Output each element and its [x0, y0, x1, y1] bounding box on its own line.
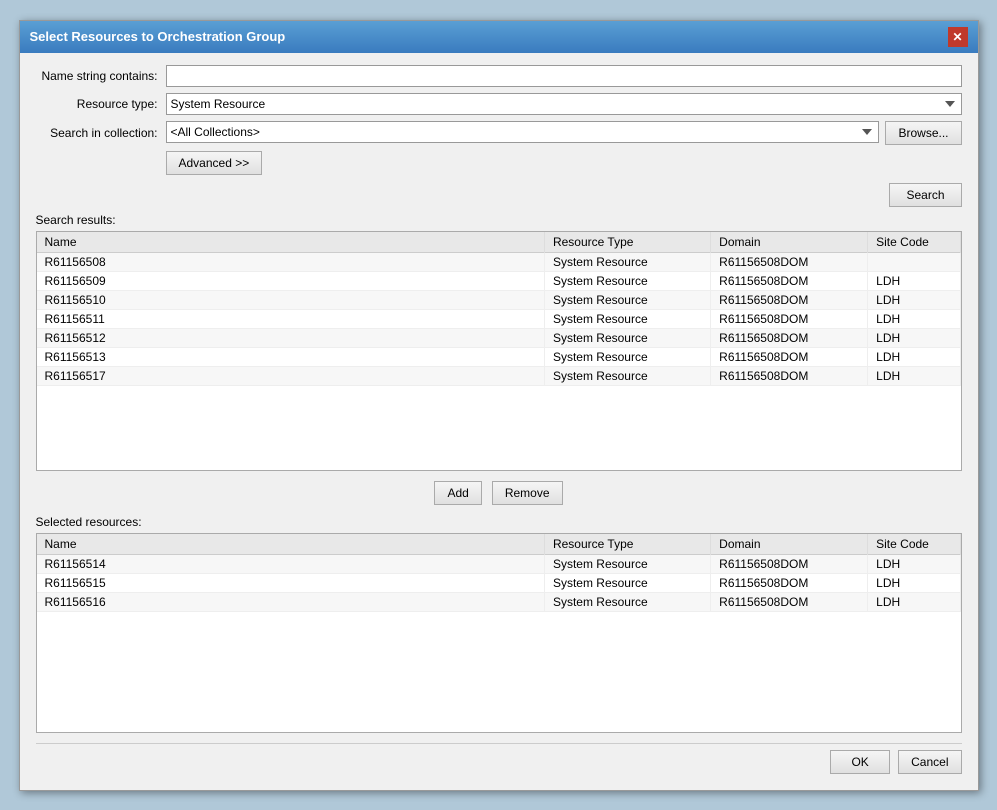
- cell-type: System Resource: [544, 271, 710, 290]
- col-header-name: Name: [37, 232, 545, 253]
- cell-name: R61156515: [37, 573, 545, 592]
- selected-resources-header: Name Resource Type Domain Site Code: [37, 534, 961, 555]
- cell-name: R61156512: [37, 328, 545, 347]
- ok-button[interactable]: OK: [830, 750, 890, 774]
- table-row[interactable]: R61156512 System Resource R61156508DOM L…: [37, 328, 961, 347]
- close-button[interactable]: ✕: [948, 27, 968, 47]
- cell-domain: R61156508DOM: [711, 347, 868, 366]
- name-row: Name string contains:: [36, 65, 962, 87]
- cell-domain: R61156508DOM: [711, 366, 868, 385]
- search-row: Search: [36, 183, 962, 207]
- table-row[interactable]: R61156514 System Resource R61156508DOM L…: [37, 554, 961, 573]
- browse-button[interactable]: Browse...: [885, 121, 961, 145]
- add-remove-row: Add Remove: [36, 481, 962, 505]
- collection-row: Search in collection: <All Collections> …: [36, 121, 962, 145]
- selected-resources-label: Selected resources:: [36, 515, 962, 529]
- cell-domain: R61156508DOM: [711, 328, 868, 347]
- collection-select[interactable]: <All Collections>: [166, 121, 880, 143]
- selected-resources-container: Name Resource Type Domain Site Code R611…: [36, 533, 962, 733]
- cell-type: System Resource: [544, 592, 710, 611]
- name-label: Name string contains:: [36, 69, 166, 83]
- cell-domain: R61156508DOM: [711, 573, 868, 592]
- cell-site: LDH: [868, 328, 960, 347]
- cell-domain: R61156508DOM: [711, 554, 868, 573]
- table-row[interactable]: R61156513 System Resource R61156508DOM L…: [37, 347, 961, 366]
- cell-site: LDH: [868, 366, 960, 385]
- search-button[interactable]: Search: [889, 183, 961, 207]
- cell-site: LDH: [868, 271, 960, 290]
- resource-type-select[interactable]: System Resource: [166, 93, 962, 115]
- table-row[interactable]: R61156508 System Resource R61156508DOM: [37, 252, 961, 271]
- search-results-label: Search results:: [36, 213, 962, 227]
- table-row[interactable]: R61156509 System Resource R61156508DOM L…: [37, 271, 961, 290]
- sel-col-header-domain: Domain: [711, 534, 868, 555]
- selected-resources-table: Name Resource Type Domain Site Code R611…: [37, 534, 961, 612]
- search-results-container: Name Resource Type Domain Site Code R611…: [36, 231, 962, 471]
- dialog: Select Resources to Orchestration Group …: [19, 20, 979, 791]
- remove-button[interactable]: Remove: [492, 481, 563, 505]
- cell-name: R61156508: [37, 252, 545, 271]
- search-results-table: Name Resource Type Domain Site Code R611…: [37, 232, 961, 386]
- col-header-type: Resource Type: [544, 232, 710, 253]
- cell-site: LDH: [868, 592, 960, 611]
- cell-site: LDH: [868, 290, 960, 309]
- resource-type-row: Resource type: System Resource: [36, 93, 962, 115]
- cell-name: R61156517: [37, 366, 545, 385]
- table-row[interactable]: R61156516 System Resource R61156508DOM L…: [37, 592, 961, 611]
- cell-name: R61156509: [37, 271, 545, 290]
- table-row[interactable]: R61156511 System Resource R61156508DOM L…: [37, 309, 961, 328]
- cell-name: R61156513: [37, 347, 545, 366]
- cell-type: System Resource: [544, 290, 710, 309]
- sel-col-header-type: Resource Type: [544, 534, 710, 555]
- collection-select-wrap: <All Collections> Browse...: [166, 121, 962, 145]
- search-results-header: Name Resource Type Domain Site Code: [37, 232, 961, 253]
- advanced-button[interactable]: Advanced >>: [166, 151, 263, 175]
- table-row[interactable]: R61156517 System Resource R61156508DOM L…: [37, 366, 961, 385]
- search-results-body: R61156508 System Resource R61156508DOM R…: [37, 252, 961, 385]
- cell-domain: R61156508DOM: [711, 252, 868, 271]
- dialog-content: Name string contains: Resource type: Sys…: [20, 53, 978, 790]
- sel-col-header-name: Name: [37, 534, 545, 555]
- cell-domain: R61156508DOM: [711, 271, 868, 290]
- cancel-button[interactable]: Cancel: [898, 750, 961, 774]
- title-bar: Select Resources to Orchestration Group …: [20, 21, 978, 53]
- resource-type-label: Resource type:: [36, 97, 166, 111]
- sel-col-header-site: Site Code: [868, 534, 960, 555]
- cell-site: [868, 252, 960, 271]
- cell-domain: R61156508DOM: [711, 592, 868, 611]
- cell-site: LDH: [868, 309, 960, 328]
- selected-resources-body: R61156514 System Resource R61156508DOM L…: [37, 554, 961, 611]
- cell-domain: R61156508DOM: [711, 309, 868, 328]
- cell-type: System Resource: [544, 309, 710, 328]
- collection-label: Search in collection:: [36, 126, 166, 140]
- cell-domain: R61156508DOM: [711, 290, 868, 309]
- cell-site: LDH: [868, 573, 960, 592]
- cell-name: R61156510: [37, 290, 545, 309]
- table-row[interactable]: R61156515 System Resource R61156508DOM L…: [37, 573, 961, 592]
- cell-type: System Resource: [544, 366, 710, 385]
- cell-site: LDH: [868, 554, 960, 573]
- footer-row: OK Cancel: [36, 743, 962, 774]
- cell-type: System Resource: [544, 573, 710, 592]
- table-row[interactable]: R61156510 System Resource R61156508DOM L…: [37, 290, 961, 309]
- cell-type: System Resource: [544, 252, 710, 271]
- cell-type: System Resource: [544, 554, 710, 573]
- col-header-site: Site Code: [868, 232, 960, 253]
- col-header-domain: Domain: [711, 232, 868, 253]
- add-button[interactable]: Add: [434, 481, 481, 505]
- dialog-title: Select Resources to Orchestration Group: [30, 29, 286, 44]
- cell-name: R61156514: [37, 554, 545, 573]
- cell-type: System Resource: [544, 328, 710, 347]
- advanced-row: Advanced >>: [36, 151, 962, 175]
- cell-name: R61156516: [37, 592, 545, 611]
- cell-type: System Resource: [544, 347, 710, 366]
- cell-name: R61156511: [37, 309, 545, 328]
- cell-site: LDH: [868, 347, 960, 366]
- name-input[interactable]: [166, 65, 962, 87]
